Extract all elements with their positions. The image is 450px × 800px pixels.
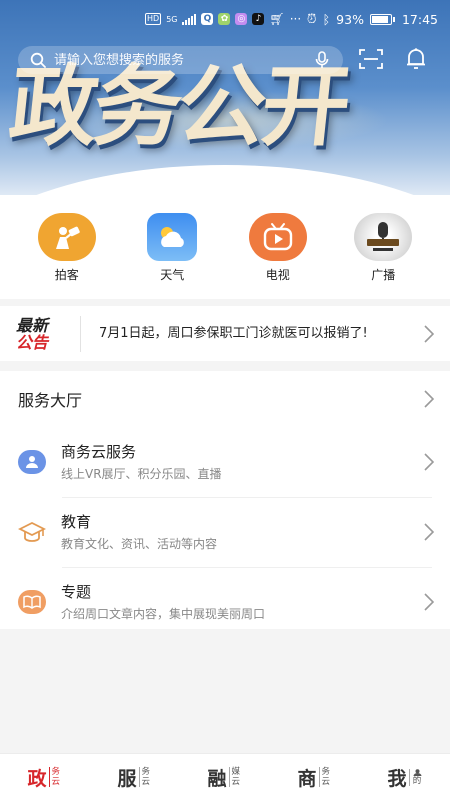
user-card-icon xyxy=(18,450,46,474)
quick-link-radio[interactable]: 广播 xyxy=(343,213,423,299)
service-hall-header[interactable]: 服务大厅 xyxy=(0,371,450,427)
nav-tab-service-cloud[interactable]: 服 务云 xyxy=(100,764,170,791)
nav-tab-government-cloud[interactable]: 政 务云 xyxy=(10,764,80,791)
quick-link-label: 天气 xyxy=(160,268,185,282)
service-item-text: 专题 介绍周口文章内容，集中展现美丽周口 xyxy=(61,582,265,622)
quick-links: 拍客 天气 电视 广播 xyxy=(0,195,450,299)
more-indicator: ··· xyxy=(289,12,302,26)
service-item-commerce-cloud[interactable]: 商务云服务 线上VR展厅、积分乐园、直播 xyxy=(0,427,450,497)
notice-badge: 最新 公告 xyxy=(16,317,76,351)
chevron-right-icon xyxy=(424,324,434,343)
search-icon xyxy=(30,52,46,68)
status-bar: HD 5G Q ✿ ◎ ♪ 🛒︎ ··· ⏰︎ ᛒ 93% 17:45 xyxy=(0,0,450,40)
quick-link-weather[interactable]: 天气 xyxy=(132,213,212,299)
row-divider xyxy=(62,567,432,568)
quick-link-label: 广播 xyxy=(371,268,396,282)
network-type: 5G xyxy=(166,14,178,24)
service-item-title: 教育 xyxy=(61,513,92,531)
service-item-topics[interactable]: 专题 介绍周口文章内容，集中展现美丽周口 xyxy=(0,567,450,637)
quick-link-label: 拍客 xyxy=(54,268,79,282)
notice-badge-line2: 公告 xyxy=(16,332,49,352)
pinwheel-app-icon: ✿ xyxy=(218,13,231,25)
bottom-nav: 政 务云 服 务云 融 媒云 商 务云 我 的 xyxy=(0,753,450,800)
nav-tab-big-char: 政 xyxy=(27,767,47,790)
nav-tab-media-cloud[interactable]: 融 媒云 xyxy=(190,764,260,791)
notice-text: 7月1日起，周口参保职工门诊就医可以报销了! xyxy=(99,325,368,341)
quick-link-label: 电视 xyxy=(265,268,290,282)
nav-tab-big-char: 商 xyxy=(297,767,317,790)
notice-divider xyxy=(80,315,81,352)
service-item-text: 商务云服务 线上VR展厅、积分乐园、直播 xyxy=(61,442,222,482)
tv-icon xyxy=(248,213,307,261)
nav-tab-big-char: 服 xyxy=(117,767,137,790)
microphone-icon[interactable] xyxy=(315,51,329,69)
camera-person-icon xyxy=(37,213,96,261)
row-divider xyxy=(62,497,432,498)
battery-percent: 93% xyxy=(336,11,364,27)
service-item-subtitle: 教育文化、资讯、活动等内容 xyxy=(61,537,218,551)
service-item-subtitle: 线上VR展厅、积分乐园、直播 xyxy=(61,467,222,481)
weather-icon xyxy=(147,213,198,261)
service-item-text: 教育 教育文化、资讯、活动等内容 xyxy=(61,512,217,552)
radio-microphone-icon xyxy=(354,213,413,261)
quick-link-tv[interactable]: 电视 xyxy=(238,213,318,299)
hd-indicator: HD xyxy=(145,13,162,25)
service-item-title: 专题 xyxy=(61,583,92,601)
notification-bell-icon[interactable] xyxy=(402,46,430,72)
nav-tab-small-label: 的 xyxy=(412,775,422,786)
search-input[interactable] xyxy=(54,52,294,68)
nav-tab-small-text: 媒云 xyxy=(228,767,243,787)
alarm-icon: ⏰︎ xyxy=(306,11,317,26)
quick-link-paike[interactable]: 拍客 xyxy=(27,213,107,299)
nav-tab-small-text: 务云 xyxy=(48,767,63,787)
search-bar[interactable] xyxy=(18,46,343,74)
cart-app-icon: 🛒︎ xyxy=(269,12,285,26)
service-item-title: 商务云服务 xyxy=(61,443,137,461)
chevron-right-icon xyxy=(424,453,434,471)
graduation-cap-icon xyxy=(18,520,46,544)
service-hall: 服务大厅 商务云服务 线上VR展厅、积分乐园、直播 教育 教育文化、资讯、活动等… xyxy=(0,371,450,629)
chevron-right-icon xyxy=(424,390,434,408)
photo-app-icon: ◎ xyxy=(235,13,248,25)
signal-icon xyxy=(182,13,197,25)
service-item-subtitle: 介绍周口文章内容，集中展现美丽周口 xyxy=(61,607,266,621)
nav-tab-me[interactable]: 我 的 xyxy=(370,764,440,791)
open-book-icon xyxy=(18,590,46,614)
chevron-right-icon xyxy=(424,523,434,541)
clock: 17:45 xyxy=(401,11,438,27)
nav-tab-small-text: 务云 xyxy=(318,767,333,787)
scan-icon[interactable] xyxy=(357,46,385,72)
status-left: HD 5G Q ✿ ◎ ♪ 🛒︎ ··· xyxy=(145,12,301,26)
search-app-icon: Q xyxy=(201,13,214,25)
service-item-education[interactable]: 教育 教育文化、资讯、活动等内容 xyxy=(0,497,450,567)
nav-tab-big-char: 我 xyxy=(387,767,407,790)
bluetooth-icon: ᛒ xyxy=(322,11,331,27)
nav-tab-big-char: 融 xyxy=(207,767,227,790)
user-icon xyxy=(413,768,421,776)
service-hall-title: 服务大厅 xyxy=(18,391,83,410)
chevron-right-icon xyxy=(424,593,434,611)
nav-tab-small-text: 务云 xyxy=(138,767,153,787)
tiktok-app-icon: ♪ xyxy=(252,13,265,25)
banner-curve xyxy=(0,165,450,195)
notice-badge-line1: 最新 xyxy=(16,315,49,335)
nav-tab-small-text: 的 xyxy=(408,768,423,786)
banner-title: 政务公开 xyxy=(4,55,352,158)
latest-notice[interactable]: 最新 公告 7月1日起，周口参保职工门诊就医可以报销了! xyxy=(0,306,450,361)
battery-icon xyxy=(369,13,395,25)
status-right: ⏰︎ ᛒ 93% 17:45 xyxy=(307,11,438,27)
nav-tab-commerce-cloud[interactable]: 商 务云 xyxy=(280,764,350,791)
